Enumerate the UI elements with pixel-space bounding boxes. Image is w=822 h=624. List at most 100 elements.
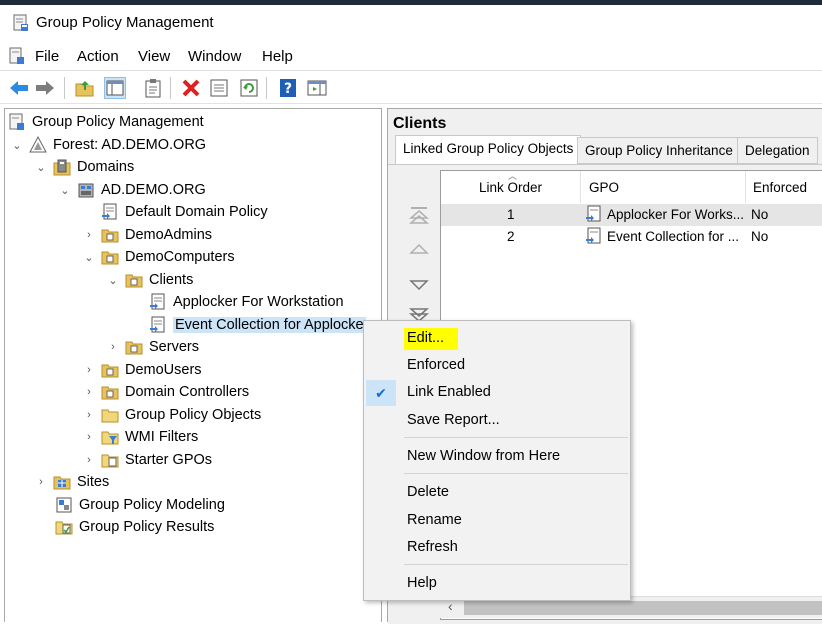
tree-node-servers[interactable]: › Servers: [107, 336, 199, 358]
column-header-enforced[interactable]: Enforced: [746, 171, 822, 203]
tree-label: DemoComputers: [125, 249, 235, 265]
gpo-link-icon: [101, 203, 119, 221]
menu-bar: File Action View Window Help: [0, 43, 822, 69]
chevron-right-icon[interactable]: ›: [83, 364, 95, 376]
ou-folder-icon: [125, 338, 143, 356]
starter-folder-icon: [101, 451, 119, 469]
chevron-right-icon[interactable]: ›: [83, 454, 95, 466]
tree-node-gpm-root[interactable]: Group Policy Management: [8, 111, 204, 133]
forest-icon: [29, 135, 47, 154]
tree-label: Domain Controllers: [125, 384, 250, 400]
menu-separator: [404, 473, 628, 474]
menu-view[interactable]: View: [138, 48, 170, 65]
tree-node-demousers[interactable]: › DemoUsers: [83, 359, 201, 381]
tree-node-default-domain-policy[interactable]: Default Domain Policy: [101, 201, 268, 223]
document-icon[interactable]: [9, 47, 25, 68]
action-pane-icon[interactable]: [306, 77, 328, 99]
chevron-down-icon[interactable]: ⌄: [59, 184, 71, 197]
chevron-right-icon[interactable]: ›: [83, 431, 95, 443]
tree-node-domains[interactable]: ⌄ Domains: [35, 156, 134, 178]
menu-separator: [404, 564, 628, 565]
tree-label: WMI Filters: [125, 429, 199, 445]
move-down-icon[interactable]: [408, 273, 430, 298]
scrollbar-thumb[interactable]: [464, 601, 822, 615]
menu-item-label: Save Report...: [407, 412, 500, 428]
chevron-right-icon[interactable]: ›: [83, 229, 95, 241]
column-header-gpo[interactable]: GPO: [581, 171, 746, 203]
tree-node-domain[interactable]: ⌄ AD.DEMO.ORG: [59, 179, 205, 201]
tree-node-domain-controllers[interactable]: › Domain Controllers: [83, 381, 249, 403]
gpo-link-icon: [149, 293, 167, 311]
menu-separator: [404, 437, 628, 438]
window-title: Group Policy Management: [36, 14, 214, 31]
tree-node-wmi-filters[interactable]: › WMI Filters: [83, 426, 198, 448]
sites-icon: [53, 473, 71, 491]
menu-file[interactable]: File: [35, 48, 59, 65]
refresh-icon[interactable]: [238, 77, 260, 99]
tree-node-democomputers[interactable]: ⌄ DemoComputers: [83, 246, 235, 268]
ou-folder-icon: [101, 383, 119, 401]
chevron-right-icon[interactable]: ›: [107, 341, 119, 353]
chevron-right-icon[interactable]: ›: [83, 409, 95, 421]
show-hide-tree-icon[interactable]: [104, 77, 126, 99]
chevron-right-icon[interactable]: ›: [83, 386, 95, 398]
menu-item-save-report[interactable]: Save Report...: [364, 408, 630, 434]
tree-node-group-policy-modeling[interactable]: Group Policy Modeling: [55, 494, 225, 516]
svg-text:?: ?: [284, 81, 292, 97]
tree-node-group-policy-results[interactable]: Group Policy Results: [55, 516, 214, 538]
clipboard-icon[interactable]: [142, 77, 164, 99]
tree-node-forest[interactable]: ⌄ Forest: AD.DEMO.ORG: [11, 134, 206, 156]
menu-item-delete[interactable]: Delete: [364, 480, 630, 506]
tree-label: Forest: AD.DEMO.ORG: [53, 137, 207, 153]
properties-icon[interactable]: [208, 77, 230, 99]
tree-node-starter-gpos[interactable]: › Starter GPOs: [83, 449, 212, 471]
context-menu: Edit... Enforced ✔ Link Enabled Save Rep…: [363, 320, 631, 601]
tree-node-applocker-for-workstation[interactable]: Applocker For Workstation: [149, 291, 344, 313]
menu-item-label: Refresh: [407, 539, 458, 555]
tree-node-event-collection[interactable]: Event Collection for Applocke: [149, 314, 366, 336]
menu-item-rename[interactable]: Rename: [364, 508, 630, 534]
tree-node-group-policy-objects[interactable]: › Group Policy Objects: [83, 404, 261, 426]
forward-arrow-icon[interactable]: [34, 77, 56, 99]
back-arrow-icon[interactable]: [8, 77, 30, 99]
move-top-icon[interactable]: [408, 205, 430, 230]
tree-label: Group Policy Modeling: [79, 497, 225, 513]
menu-window[interactable]: Window: [188, 48, 241, 65]
menu-item-help[interactable]: Help: [364, 571, 630, 597]
table-row[interactable]: 1 Applocker For Works... No: [441, 204, 822, 226]
menu-item-enforced[interactable]: Enforced: [364, 353, 630, 379]
tab-delegation[interactable]: Delegation: [737, 137, 818, 164]
menu-help[interactable]: Help: [262, 48, 293, 65]
tree-label: Group Policy Objects: [125, 407, 262, 423]
move-up-icon[interactable]: [408, 239, 430, 264]
help-icon[interactable]: ?: [277, 77, 299, 99]
tree-node-clients[interactable]: ⌄ Clients: [107, 269, 193, 291]
tree-node-demoadmins[interactable]: › DemoAdmins: [83, 224, 212, 246]
tab-gp-inheritance[interactable]: Group Policy Inheritance: [577, 137, 741, 164]
toolbar: ?: [0, 70, 822, 104]
menu-action[interactable]: Action: [77, 48, 119, 65]
menu-item-edit[interactable]: Edit...: [364, 326, 630, 352]
menu-item-refresh[interactable]: Refresh: [364, 535, 630, 561]
table-row[interactable]: 2 Event Collection for ... No: [441, 226, 822, 248]
up-folder-icon[interactable]: [74, 77, 96, 99]
ou-folder-icon: [125, 271, 143, 289]
chevron-down-icon[interactable]: ⌄: [11, 139, 23, 152]
modeling-icon: [55, 496, 73, 514]
chevron-down-icon[interactable]: ⌄: [35, 161, 47, 174]
chevron-right-icon[interactable]: ›: [35, 476, 47, 488]
menu-item-label: Rename: [407, 512, 462, 528]
delete-icon[interactable]: [180, 77, 202, 99]
chevron-down-icon[interactable]: ⌄: [83, 251, 95, 264]
ou-folder-icon: [101, 226, 119, 244]
cell-gpo: Event Collection for ...: [607, 229, 740, 244]
menu-item-label: Enforced: [407, 357, 466, 373]
console-tree: Group Policy Management ⌄ Forest: AD.DEM…: [4, 108, 382, 622]
tree-node-sites[interactable]: › Sites: [35, 471, 109, 493]
chevron-down-icon[interactable]: ⌄: [107, 274, 119, 287]
menu-item-new-window[interactable]: New Window from Here: [364, 444, 630, 470]
menu-item-link-enabled[interactable]: ✔ Link Enabled: [364, 380, 630, 406]
details-heading: Clients: [393, 115, 447, 132]
tab-linked-gpos[interactable]: Linked Group Policy Objects: [395, 135, 582, 165]
ou-folder-icon: [101, 248, 119, 266]
